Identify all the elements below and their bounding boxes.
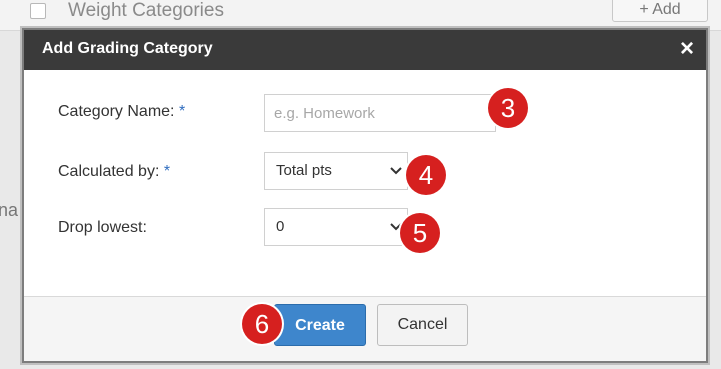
step-badge-5: 5 xyxy=(400,213,440,253)
dialog-header: Add Grading Category × xyxy=(24,30,706,70)
close-icon[interactable]: × xyxy=(680,36,694,62)
calculated-by-label: Calculated by: * xyxy=(58,163,171,180)
step-badge-6: 6 xyxy=(242,304,282,344)
background-left-fragment: na xyxy=(0,200,19,220)
calculated-by-select[interactable]: Total pts xyxy=(264,152,408,190)
add-grading-category-dialog: Add Grading Category × Category Name: * … xyxy=(22,28,708,363)
create-button[interactable]: Create xyxy=(274,304,366,346)
cancel-button[interactable]: Cancel xyxy=(377,304,468,346)
chevron-down-icon xyxy=(390,167,402,175)
drop-lowest-value: 0 xyxy=(276,218,285,235)
checkbox-icon[interactable] xyxy=(30,3,46,19)
category-name-input[interactable] xyxy=(264,94,496,132)
required-marker: * xyxy=(163,163,171,180)
required-marker: * xyxy=(178,103,186,120)
background-section-title: Weight Categories xyxy=(68,0,224,21)
category-name-label: Category Name: * xyxy=(58,103,186,120)
dialog-title: Add Grading Category xyxy=(42,40,213,57)
background-toolbar: Weight Categories + Add xyxy=(0,0,721,31)
step-badge-4: 4 xyxy=(406,155,446,195)
add-button[interactable]: + Add xyxy=(612,0,708,22)
drop-lowest-label: Drop lowest: xyxy=(58,219,147,236)
drop-lowest-select[interactable]: 0 xyxy=(264,208,408,246)
calculated-by-value: Total pts xyxy=(276,162,332,179)
step-badge-3: 3 xyxy=(488,88,528,128)
